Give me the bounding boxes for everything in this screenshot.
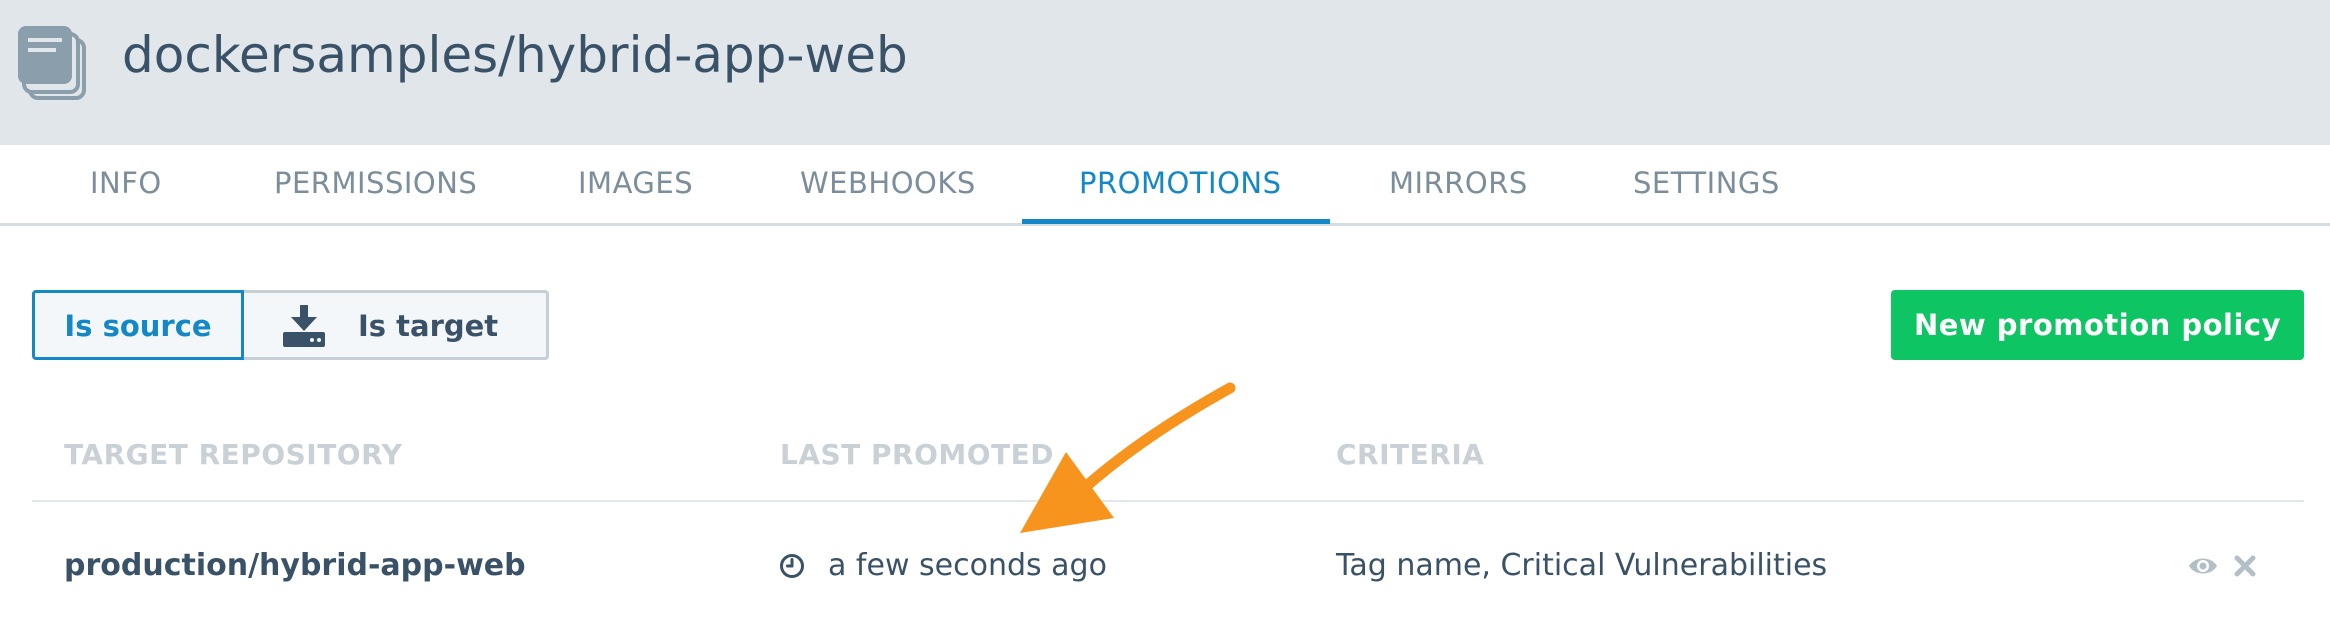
is-target-button[interactable]: Is target [241,290,549,360]
clock-icon [780,554,804,578]
tab-info[interactable]: INFO [90,145,161,223]
download-to-drive-icon [283,305,325,347]
tab-settings[interactable]: SETTINGS [1633,145,1779,223]
last-promoted-cell: a few seconds ago [828,548,1107,583]
column-header-target-repository: TARGET REPOSITORY [64,438,403,471]
criteria-cell: Tag name, Critical Vulnerabilities [1336,548,1828,583]
eye-icon[interactable] [2188,552,2218,580]
annotation-arrow-icon [1020,382,1236,533]
repository-header: dockersamples/hybrid-app-web [0,0,2330,145]
tab-images[interactable]: IMAGES [578,145,693,223]
is-target-label: Is target [358,309,499,343]
tab-mirrors[interactable]: MIRRORS [1389,145,1527,223]
tab-promotions[interactable]: PROMOTIONS [1079,145,1281,223]
repository-tabs: INFO PERMISSIONS IMAGES WEBHOOKS PROMOTI… [0,145,2330,226]
stacked-pages-icon [18,26,86,100]
close-icon[interactable] [2232,552,2258,580]
tab-webhooks[interactable]: WEBHOOKS [800,145,975,223]
is-source-button[interactable]: Is source [32,290,244,360]
page-title: dockersamples/hybrid-app-web [122,26,908,84]
new-promotion-policy-button[interactable]: New promotion policy [1891,290,2304,360]
tab-permissions[interactable]: PERMISSIONS [274,145,477,223]
column-header-criteria: CRITERIA [1336,438,1485,471]
active-tab-indicator [1022,219,1330,224]
target-repository-cell[interactable]: production/hybrid-app-web [64,548,526,583]
